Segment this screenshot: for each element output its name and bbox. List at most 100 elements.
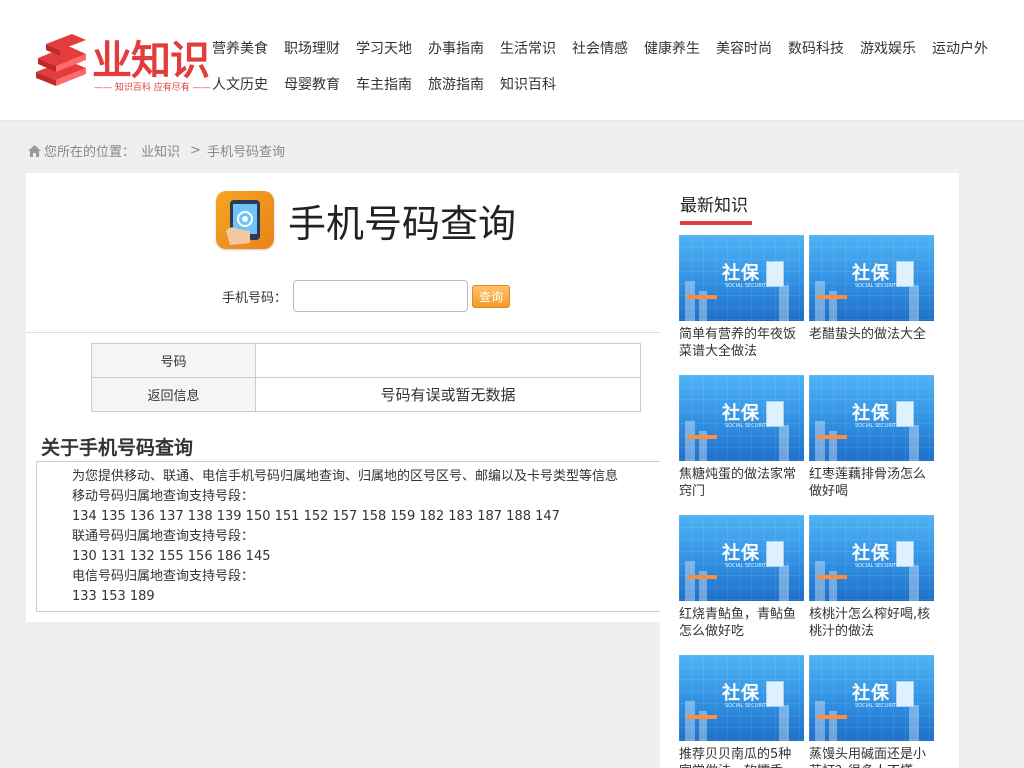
query-button[interactable]: 查询: [472, 284, 511, 308]
about-line: 联通号码归属地查询支持号段：: [72, 529, 255, 544]
breadcrumb-prefix: 您所在的位置：: [44, 145, 136, 160]
nav-item[interactable]: 美容时尚: [716, 38, 772, 58]
divider: [26, 332, 660, 333]
article-thumbnail: 社保 SOCIAL SECURITY: [809, 515, 934, 601]
article-card[interactable]: 社保 SOCIAL SECURITY 红烧青鲇鱼，青鲇鱼怎么做好吃: [679, 515, 804, 640]
article-card[interactable]: 社保 SOCIAL SECURITY 红枣莲藕排骨汤怎么做好喝: [809, 375, 934, 500]
thumb-sub: SOCIAL SECURITY: [725, 563, 770, 569]
nav-item[interactable]: 营养美食: [212, 38, 268, 58]
thumb-label: 社保: [722, 683, 760, 704]
main-content: 手机号码查询 手机号码： 查询 号码 返回信息 号码有误或暂无数据 关于手机号码…: [26, 173, 660, 622]
nav-item[interactable]: 母婴教育: [284, 74, 340, 94]
nav-row-2: 人文历史 母婴教育 车主指南 旅游指南 知识百科: [212, 66, 1012, 102]
about-line: 移动号码归属地查询支持号段：: [72, 489, 255, 504]
article-thumbnail: 社保 SOCIAL SECURITY: [809, 235, 934, 321]
nav-item[interactable]: 旅游指南: [428, 74, 484, 94]
article-title: 简单有营养的年夜饭菜谱大全做法: [679, 327, 797, 359]
nav-item[interactable]: 数码科技: [788, 38, 844, 58]
thumb-sub: SOCIAL SECURITY: [725, 423, 770, 429]
about-line: 133 153 189: [72, 589, 155, 604]
about-line: 134 135 136 137 138 139 150 151 152 157 …: [72, 509, 560, 524]
phone-touch-icon-graphic: [226, 200, 260, 245]
logo-slogan: —— 知识百科 应有尽有 ——: [94, 83, 211, 93]
thumb-label: 社保: [852, 683, 890, 704]
article-thumbnail: 社保 SOCIAL SECURITY: [679, 655, 804, 741]
phone-touch-icon: [216, 191, 274, 249]
books-logo-icon: [36, 34, 86, 86]
phone-input-label: 手机号码：: [222, 290, 288, 306]
home-icon: [28, 144, 41, 157]
article-title: 推荐贝贝南瓜的5种家常做法，软糯香: [679, 747, 792, 768]
thumb-label: 社保: [722, 263, 760, 284]
site-header: 业知识 —— 知识百科 应有尽有 —— 营养美食 职场理财 学习天地 办事指南 …: [0, 0, 1024, 120]
article-card[interactable]: 社保 SOCIAL SECURITY 老醋蛰头的做法大全: [809, 235, 934, 360]
nav-row-1: 营养美食 职场理财 学习天地 办事指南 生活常识 社会情感 健康养生 美容时尚 …: [212, 30, 1012, 66]
result-value: [255, 343, 641, 378]
logo-text: 业知识: [92, 38, 210, 84]
article-thumbnail: 社保 SOCIAL SECURITY: [679, 375, 804, 461]
thumb-sub: SOCIAL SECURITY: [855, 283, 900, 289]
thumb-sub: SOCIAL SECURITY: [725, 283, 770, 289]
about-line: 130 131 132 155 156 186 145: [72, 549, 271, 564]
article-thumbnail: 社保 SOCIAL SECURITY: [809, 375, 934, 461]
nav-item[interactable]: 社会情感: [572, 38, 628, 58]
query-form: 手机号码： 查询: [222, 280, 511, 312]
nav-item[interactable]: 学习天地: [356, 38, 412, 58]
breadcrumb-current: 手机号码查询: [206, 145, 285, 160]
result-table: 号码 返回信息 号码有误或暂无数据: [91, 343, 641, 412]
sidebar-title: 最新知识: [680, 196, 748, 216]
thumb-sub: SOCIAL SECURITY: [855, 423, 900, 429]
nav-item[interactable]: 人文历史: [212, 74, 268, 94]
article-thumbnail: 社保 SOCIAL SECURITY: [679, 515, 804, 601]
nav-item[interactable]: 职场理财: [284, 38, 340, 58]
nav-item[interactable]: 知识百科: [500, 74, 556, 94]
nav-item[interactable]: 健康养生: [644, 38, 700, 58]
article-card[interactable]: 社保 SOCIAL SECURITY 焦糖炖蛋的做法家常窍门: [679, 375, 804, 500]
thumb-label: 社保: [852, 543, 890, 564]
article-title: 焦糖炖蛋的做法家常窍门: [679, 467, 797, 499]
nav-item[interactable]: 生活常识: [500, 38, 556, 58]
about-line: 为您提供移动、联通、电信手机号码归属地查询、归属地的区号区号、邮编以及卡号类型等…: [72, 469, 619, 484]
main-nav: 营养美食 职场理财 学习天地 办事指南 生活常识 社会情感 健康养生 美容时尚 …: [212, 30, 1012, 102]
thumb-sub: SOCIAL SECURITY: [855, 703, 900, 709]
about-box: 为您提供移动、联通、电信手机号码归属地查询、归属地的区号区号、邮编以及卡号类型等…: [36, 461, 660, 612]
article-title: 红烧青鲇鱼，青鲇鱼怎么做好吃: [679, 607, 797, 639]
article-card[interactable]: 社保 SOCIAL SECURITY 蒸馒头用碱面还是小苏打？很多人不懂: [809, 655, 934, 768]
thumb-sub: SOCIAL SECURITY: [855, 563, 900, 569]
thumb-label: 社保: [722, 403, 760, 424]
tool-header: 手机号码查询: [216, 191, 516, 249]
result-value: 号码有误或暂无数据: [255, 377, 641, 412]
article-title: 蒸馒头用碱面还是小苏打？很多人不懂: [809, 747, 927, 768]
article-card[interactable]: 社保 SOCIAL SECURITY 简单有营养的年夜饭菜谱大全做法: [679, 235, 804, 360]
article-title: 核桃汁怎么榨好喝,核桃汁的做法: [809, 607, 931, 639]
breadcrumb: 您所在的位置： 业知识 > 手机号码查询: [28, 141, 285, 160]
sidebar-title-underline: [680, 221, 752, 225]
article-card[interactable]: 社保 SOCIAL SECURITY 推荐贝贝南瓜的5种家常做法，软糯香: [679, 655, 804, 768]
nav-item[interactable]: 游戏娱乐: [860, 38, 916, 58]
article-title: 老醋蛰头的做法大全: [809, 327, 927, 342]
result-key: 号码: [91, 343, 256, 378]
sidebar-latest: 最新知识 社保 SOCIAL SECURITY 简单有营养的年夜饭菜谱大全做法 …: [660, 173, 959, 768]
breadcrumb-separator: >: [190, 143, 201, 158]
thumb-sub: SOCIAL SECURITY: [725, 703, 770, 709]
thumb-label: 社保: [722, 543, 760, 564]
result-key: 返回信息: [91, 377, 256, 412]
about-title: 关于手机号码查询: [41, 437, 194, 459]
about-line: 电信号码归属地查询支持号段：: [72, 569, 255, 584]
nav-item[interactable]: 运动户外: [932, 38, 988, 58]
thumb-label: 社保: [852, 403, 890, 424]
table-row: 返回信息 号码有误或暂无数据: [91, 377, 641, 412]
article-card[interactable]: 社保 SOCIAL SECURITY 核桃汁怎么榨好喝,核桃汁的做法: [809, 515, 934, 640]
phone-number-input[interactable]: [293, 280, 469, 312]
page-title: 手机号码查询: [288, 201, 517, 246]
site-logo[interactable]: 业知识 —— 知识百科 应有尽有 ——: [32, 30, 222, 94]
nav-item[interactable]: 车主指南: [356, 74, 412, 94]
nav-item[interactable]: 办事指南: [428, 38, 484, 58]
article-title: 红枣莲藕排骨汤怎么做好喝: [809, 467, 927, 499]
logo-slogan-text: 知识百科 应有尽有: [114, 83, 190, 93]
thumb-label: 社保: [852, 263, 890, 284]
article-thumbnail: 社保 SOCIAL SECURITY: [809, 655, 934, 741]
article-thumbnail: 社保 SOCIAL SECURITY: [679, 235, 804, 321]
breadcrumb-home-link[interactable]: 业知识: [141, 141, 180, 160]
table-row: 号码: [91, 343, 641, 378]
